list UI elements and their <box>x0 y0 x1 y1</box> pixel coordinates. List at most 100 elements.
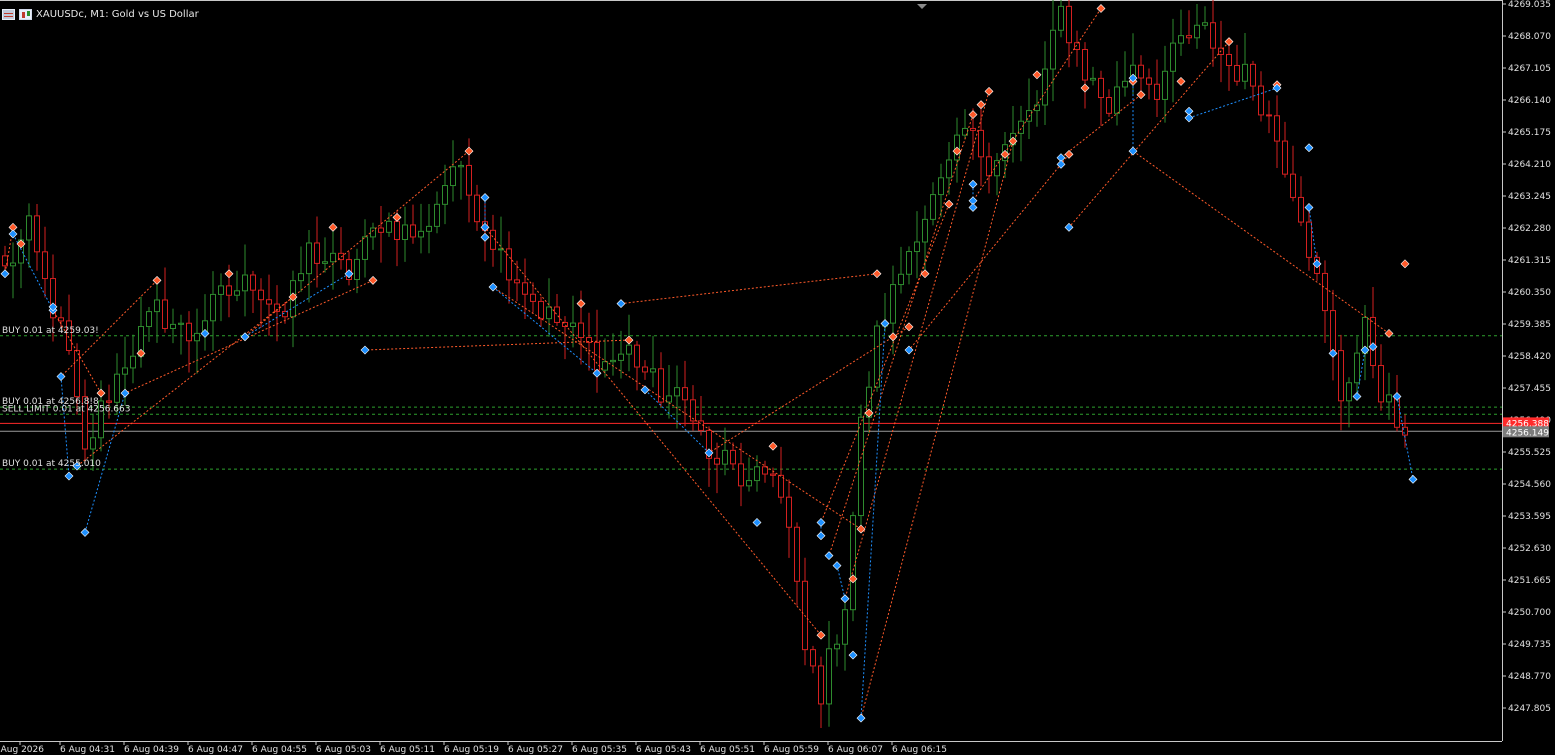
candle-body <box>826 648 832 705</box>
price-tick-label: 4264.210 <box>1508 160 1551 170</box>
candle-body <box>610 359 616 363</box>
buy-trade-marker <box>120 388 130 398</box>
sell-trade-marker <box>984 86 994 96</box>
trade-link-line <box>860 140 1014 719</box>
buy-trade-marker <box>832 561 842 570</box>
candle-body <box>362 236 368 260</box>
candle-body <box>418 230 424 238</box>
candle-body <box>778 474 784 498</box>
buy-trade-marker <box>968 203 978 212</box>
candle-body <box>394 220 400 241</box>
candle-body <box>426 225 432 232</box>
buy-trade-marker <box>56 372 66 381</box>
candle-body <box>1082 49 1088 81</box>
candle-body <box>1106 97 1112 114</box>
candle-body <box>218 285 224 295</box>
chart-window[interactable]: 4269.035 4268.070 4267.105 4266.140 4265.175… <box>0 0 1555 755</box>
candle-body <box>226 285 232 296</box>
buy-trade-marker <box>640 385 650 395</box>
price-tick-label: 4250.700 <box>1508 608 1551 618</box>
buy-trade-marker <box>8 229 18 239</box>
price-tick-label: 4248.770 <box>1508 672 1551 682</box>
candle-body <box>1074 42 1080 51</box>
sell-trade-marker <box>368 275 378 285</box>
price-tick-label: 4261.315 <box>1508 256 1551 266</box>
time-tick-label: 6 Aug 2026 <box>0 745 44 755</box>
price-tick-label: 4268.070 <box>1508 32 1551 42</box>
candle-body <box>74 349 80 398</box>
candle-body <box>986 156 992 177</box>
candle-body <box>658 368 664 403</box>
candle-body <box>1178 35 1184 44</box>
candle-body <box>1322 272 1328 312</box>
buy-trade-marker <box>80 527 90 537</box>
axis-labels: 4269.035 4268.070 4267.105 4266.140 4265.175… <box>0 0 1551 755</box>
buy-trade-marker <box>1184 113 1194 123</box>
candle-body <box>186 322 192 342</box>
time-tick-label: 6 Aug 04:47 <box>188 745 243 755</box>
trade-link-line <box>620 273 878 305</box>
candle-body <box>106 400 112 403</box>
buy-trade-marker <box>1304 143 1314 153</box>
trade-link-line <box>860 323 886 719</box>
sell-trade-marker <box>392 212 402 222</box>
candle-body <box>890 284 896 324</box>
time-tick-label: 6 Aug 06:15 <box>892 745 947 755</box>
trade-link-line <box>244 150 470 338</box>
buy-trade-marker <box>480 232 490 242</box>
buy-trade-marker <box>848 650 858 660</box>
candlestick-chart[interactable]: 4269.035 4268.070 4267.105 4266.140 4265.175… <box>0 0 1555 755</box>
price-tick-label: 4259.385 <box>1508 320 1551 330</box>
candle-body <box>298 273 304 282</box>
candle-body <box>162 299 168 329</box>
order-levels[interactable] <box>0 335 1502 470</box>
candle-body <box>1146 77 1152 85</box>
shift-marker-icon[interactable] <box>917 4 927 9</box>
candle-body <box>450 166 456 187</box>
sell-trade-marker <box>1096 4 1106 13</box>
candle-body <box>410 224 416 238</box>
candle-body <box>1162 70 1168 100</box>
menu-grid-icon[interactable] <box>2 8 15 20</box>
candle-body <box>322 261 328 264</box>
price-tick-label: 4263.245 <box>1508 192 1551 202</box>
candle-body <box>210 293 216 322</box>
candle-body <box>1386 394 1392 403</box>
order-level-label: BUY 0.01 at 4259.03! <box>2 326 99 336</box>
trade-link-line <box>1132 150 1390 334</box>
candle-body <box>1234 64 1240 82</box>
candle-body <box>1098 77 1104 99</box>
buy-trade-marker <box>360 345 370 355</box>
sell-trade-marker <box>816 630 826 640</box>
candle-body <box>794 526 800 582</box>
candle-body <box>306 242 312 275</box>
candle-body <box>402 224 408 241</box>
candle-body <box>1050 29 1056 70</box>
price-tick-label: 4267.105 <box>1508 64 1551 74</box>
chart-type-icon[interactable] <box>19 8 32 20</box>
candle-body <box>154 299 160 313</box>
candle-body <box>738 463 744 487</box>
candle-body <box>690 399 696 422</box>
candle-body <box>146 311 152 328</box>
candle-body <box>1090 77 1096 81</box>
candle-body <box>1066 5 1072 44</box>
candle-body <box>1114 86 1120 114</box>
time-tick-label: 6 Aug 05:11 <box>380 745 435 755</box>
price-tick-label: 4251.665 <box>1508 576 1551 586</box>
candle-body <box>978 129 984 158</box>
sell-trade-marker <box>872 269 882 279</box>
candle-body <box>642 366 648 373</box>
candle-body <box>1354 352 1360 384</box>
trade-link-line <box>492 286 862 530</box>
candle-body <box>506 248 512 281</box>
candle-body <box>442 185 448 205</box>
candle-body <box>194 332 200 342</box>
candle-body <box>474 194 480 223</box>
candle-body <box>26 215 32 241</box>
candle-body <box>1338 350 1344 402</box>
candle-body <box>1258 85 1264 116</box>
candle-body <box>946 159 952 179</box>
time-tick-label: 6 Aug 05:19 <box>444 745 499 755</box>
candle-body <box>178 322 184 325</box>
